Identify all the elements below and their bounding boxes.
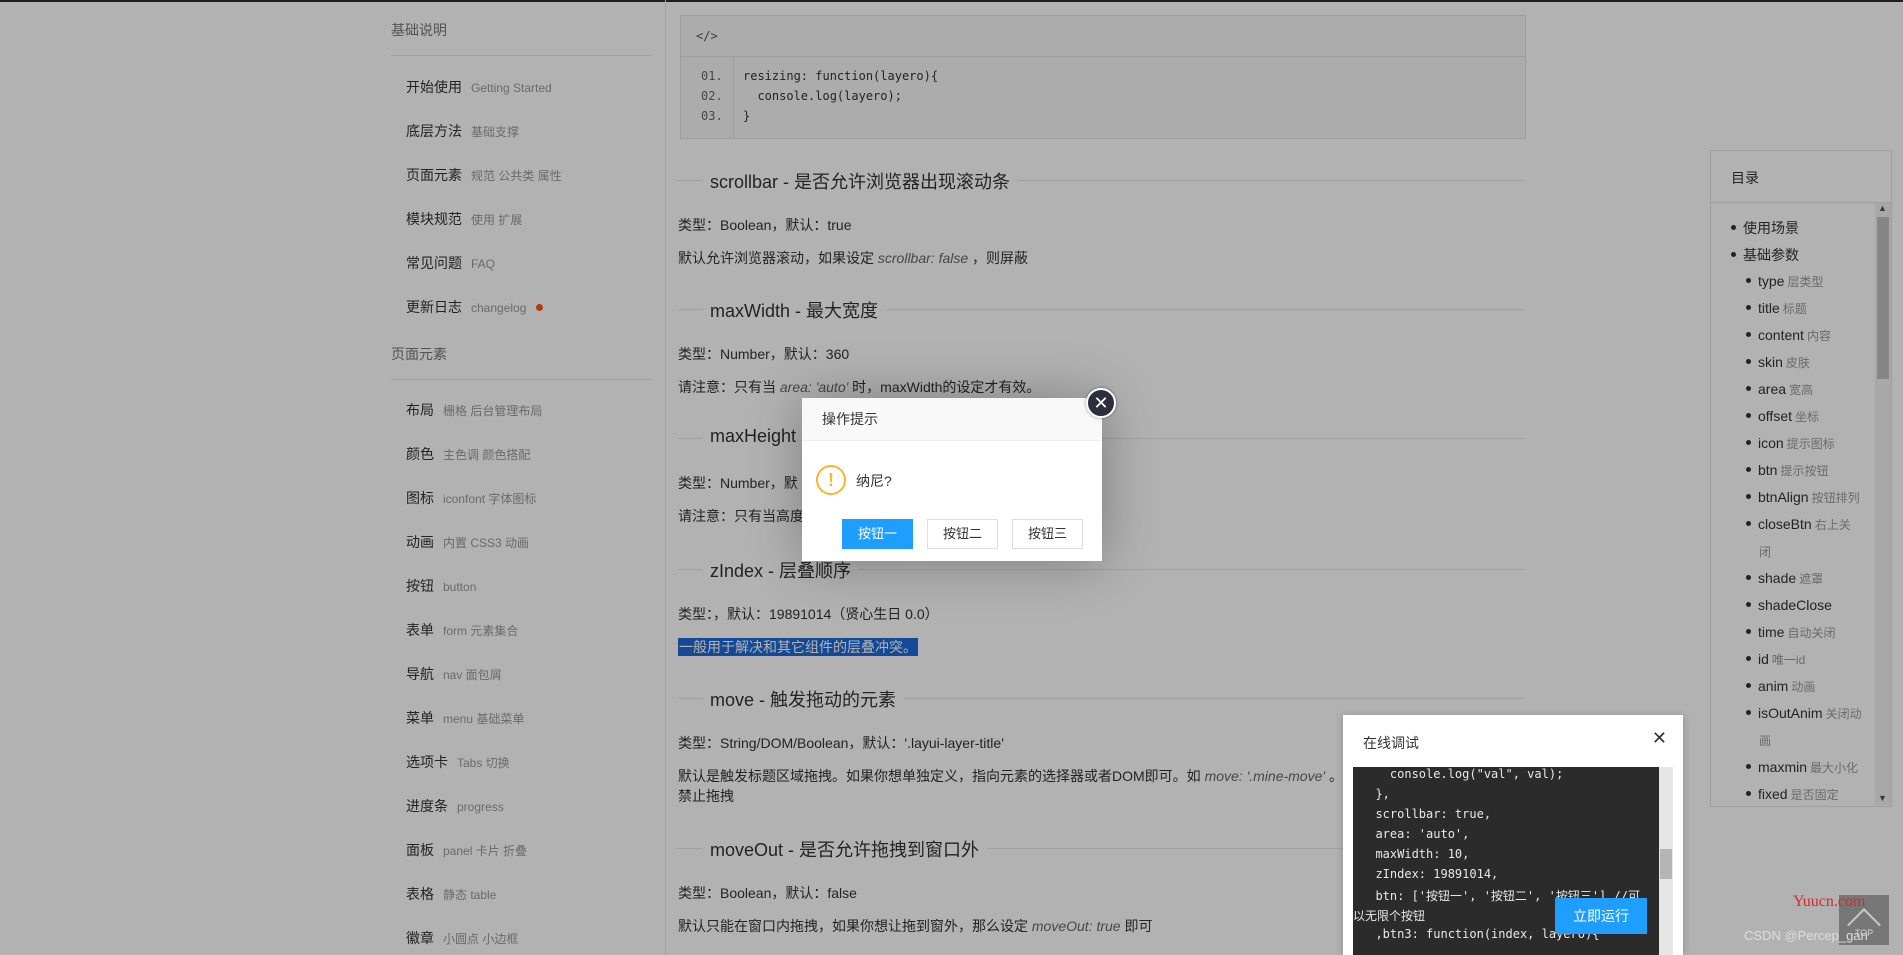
button-one[interactable]: 按钮一 <box>842 519 914 549</box>
run-button[interactable]: 立即运行 <box>1555 898 1647 934</box>
confirm-dialog: 操作提示 ✕ ! 纳尼? 按钮一 按钮二 按钮三 <box>802 388 1116 561</box>
editor-scrollbar-thumb[interactable] <box>1660 849 1672 879</box>
dialog-message: 纳尼? <box>856 473 892 489</box>
dialog-title-bar[interactable]: 操作提示 <box>802 398 1102 441</box>
warning-icon: ! <box>816 465 846 495</box>
button-three[interactable]: 按钮三 <box>1012 519 1084 549</box>
editor-line: console.log("val", val); <box>1361 767 1564 781</box>
debug-panel-title: 在线调试 <box>1363 735 1419 751</box>
watermark-author: CSDN @Percep_gan <box>1744 928 1868 943</box>
dialog-title: 操作提示 <box>822 411 878 427</box>
editor-line: maxWidth: 10, <box>1361 847 1470 861</box>
editor-line: area: 'auto', <box>1361 827 1470 841</box>
watermark-site: Yuucn.com <box>1793 893 1866 910</box>
button-two[interactable]: 按钮二 <box>927 519 999 549</box>
close-icon[interactable]: ✕ <box>1086 388 1116 418</box>
editor-line: }, <box>1361 787 1390 801</box>
editor-line: zIndex: 19891014, <box>1361 867 1499 881</box>
editor-scrollbar[interactable] <box>1659 767 1673 955</box>
editor-line: 以无限个按钮 <box>1353 909 1426 923</box>
editor-line: scrollbar: true, <box>1361 807 1492 821</box>
online-debug-panel: 在线调试 ✕ console.log("val", val); }, scrol… <box>1343 715 1683 955</box>
close-icon[interactable]: ✕ <box>1652 728 1667 749</box>
